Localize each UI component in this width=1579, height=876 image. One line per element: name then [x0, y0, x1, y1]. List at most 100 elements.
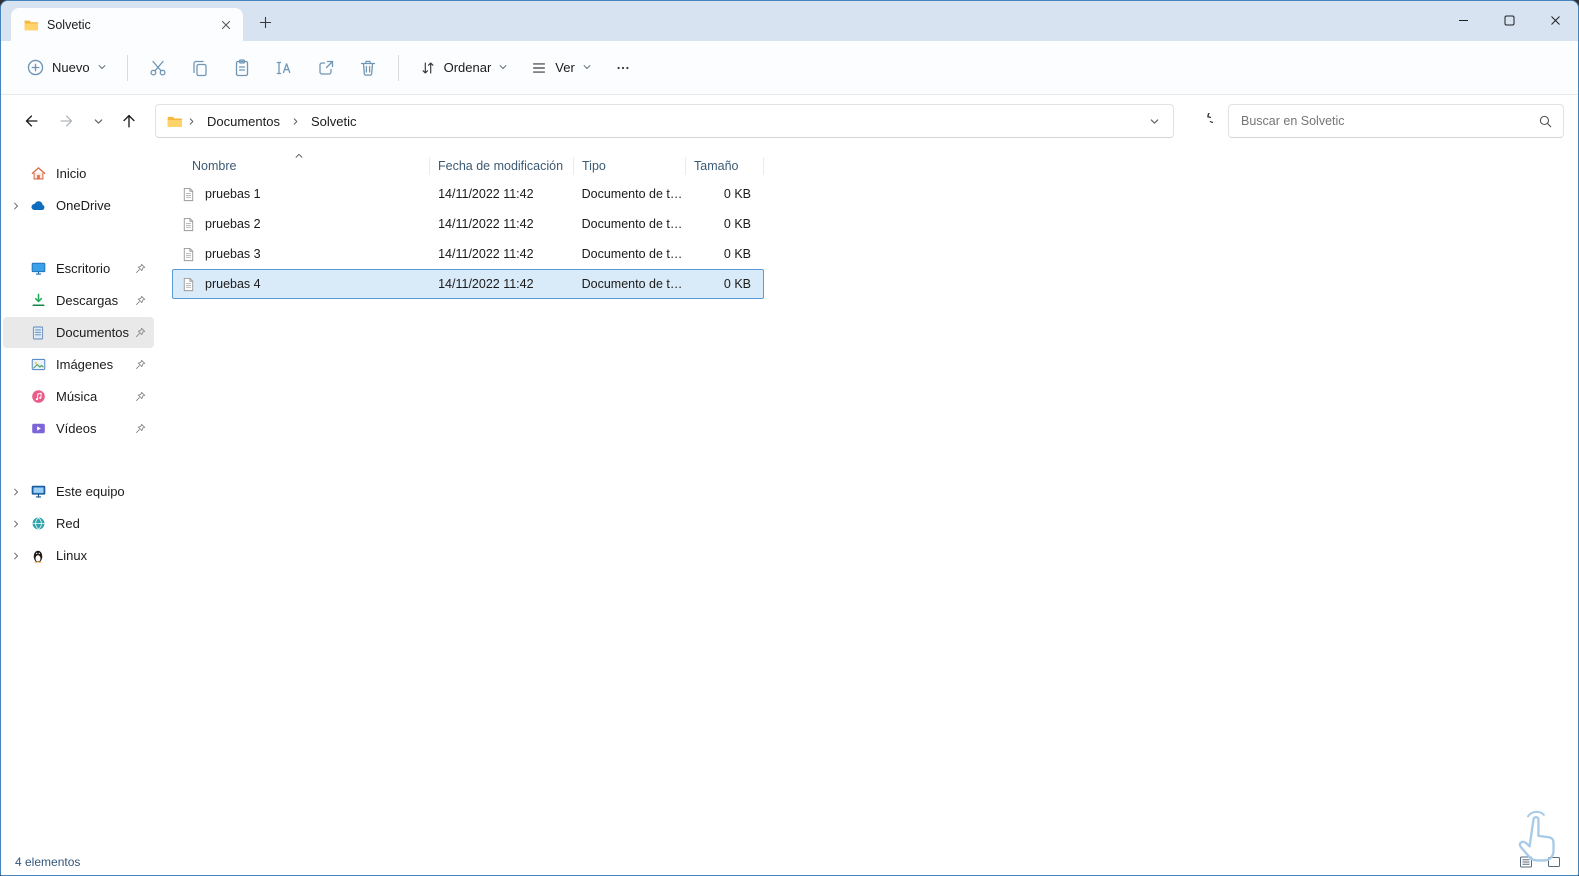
up-button[interactable]	[113, 105, 145, 137]
sidebar-item-onedrive[interactable]: OneDrive	[3, 190, 154, 221]
chevron-right-icon[interactable]	[7, 551, 24, 561]
status-view-toggles	[1514, 852, 1566, 872]
address-dropdown-chevron[interactable]	[1141, 108, 1167, 134]
sidebar-item-imagenes[interactable]: Imágenes	[3, 349, 154, 380]
column-header-tamano[interactable]: Tamaño	[686, 157, 764, 175]
file-size: 0 KB	[723, 187, 751, 201]
breadcrumb-solvetic[interactable]: Solvetic	[304, 110, 364, 133]
chevron-down-icon	[498, 60, 508, 75]
sidebar-item-label: Linux	[56, 548, 88, 563]
sort-icon	[419, 59, 437, 77]
close-button[interactable]	[1532, 1, 1578, 40]
column-header-tipo[interactable]: Tipo	[574, 157, 686, 175]
onedrive-cloud-icon	[28, 197, 48, 215]
pictures-icon	[28, 356, 48, 373]
file-type: Documento de te...	[581, 187, 686, 201]
column-header-fecha[interactable]: Fecha de modificación	[430, 157, 574, 175]
breadcrumb-chevron-icon[interactable]	[291, 117, 300, 126]
paste-button[interactable]	[221, 50, 263, 86]
pin-icon	[132, 263, 148, 274]
file-row-pruebas-4-selected[interactable]: pruebas 4 14/11/2022 11:42 Documento de …	[172, 269, 764, 299]
address-bar[interactable]: Documentos Solvetic	[155, 104, 1174, 138]
command-toolbar: Nuevo Ordenar Ver	[1, 41, 1578, 95]
sidebar-item-linux[interactable]: Linux	[3, 540, 154, 571]
explorer-body: Inicio OneDrive Escritorio Descargas Doc…	[1, 147, 1578, 849]
recent-locations-chevron[interactable]	[87, 105, 109, 137]
chevron-right-icon[interactable]	[7, 519, 24, 529]
file-row-pruebas-3[interactable]: pruebas 3 14/11/2022 11:42 Documento de …	[172, 239, 764, 269]
view-button[interactable]: Ver	[519, 50, 603, 86]
search-input[interactable]	[1239, 113, 1532, 129]
circle-plus-icon	[26, 58, 45, 77]
sort-button-label: Ordenar	[443, 60, 492, 75]
sidebar-item-red[interactable]: Red	[3, 508, 154, 539]
search-box[interactable]	[1228, 104, 1564, 138]
sidebar-item-label: Inicio	[56, 166, 87, 181]
sidebar-item-documentos[interactable]: Documentos	[3, 317, 154, 348]
file-name: pruebas 2	[205, 217, 261, 231]
file-list-pane: Nombre Fecha de modificación Tipo Tamaño…	[156, 147, 1578, 849]
downloads-icon	[28, 292, 48, 309]
file-row-pruebas-2[interactable]: pruebas 2 14/11/2022 11:42 Documento de …	[172, 209, 764, 239]
music-icon	[28, 388, 48, 405]
text-document-icon	[181, 217, 196, 232]
sidebar-item-label: Documentos	[56, 325, 129, 340]
sidebar-item-este-equipo[interactable]: Este equipo	[3, 476, 154, 507]
sidebar-item-musica[interactable]: Música	[3, 381, 154, 412]
home-icon	[28, 165, 48, 182]
sidebar-item-inicio[interactable]: Inicio	[3, 158, 154, 189]
sidebar-item-videos[interactable]: Vídeos	[3, 413, 154, 444]
back-button[interactable]	[15, 105, 47, 137]
chevron-right-icon[interactable]	[7, 487, 24, 497]
file-size: 0 KB	[723, 247, 751, 261]
forward-button[interactable]	[51, 105, 83, 137]
details-view-button[interactable]	[1514, 852, 1538, 872]
this-pc-icon	[28, 483, 48, 500]
chevron-down-icon	[582, 60, 592, 75]
sort-ascending-icon	[294, 148, 304, 166]
file-name: pruebas 1	[205, 187, 261, 201]
chevron-down-icon	[97, 60, 107, 75]
search-icon[interactable]	[1538, 114, 1553, 129]
refresh-button[interactable]	[1188, 105, 1220, 137]
new-button[interactable]: Nuevo	[15, 50, 118, 86]
view-button-label: Ver	[555, 60, 575, 75]
cut-button[interactable]	[137, 50, 179, 86]
window-controls	[1440, 1, 1578, 41]
view-icon	[530, 59, 548, 77]
pin-icon	[132, 295, 148, 306]
sidebar-item-label: Escritorio	[56, 261, 111, 276]
sort-button[interactable]: Ordenar	[408, 50, 520, 86]
file-date: 14/11/2022 11:42	[438, 187, 534, 201]
network-icon	[28, 515, 48, 532]
navigation-pane: Inicio OneDrive Escritorio Descargas Doc…	[1, 147, 156, 849]
videos-icon	[28, 420, 48, 437]
text-document-icon	[181, 247, 196, 262]
file-row-pruebas-1[interactable]: pruebas 1 14/11/2022 11:42 Documento de …	[172, 179, 764, 209]
large-icons-view-button[interactable]	[1542, 852, 1566, 872]
sidebar-item-escritorio[interactable]: Escritorio	[3, 253, 154, 284]
share-button[interactable]	[305, 50, 347, 86]
copy-button[interactable]	[179, 50, 221, 86]
maximize-button[interactable]	[1486, 1, 1532, 40]
sidebar-item-descargas[interactable]: Descargas	[3, 285, 154, 316]
pin-icon	[132, 359, 148, 370]
sidebar-item-label: Descargas	[56, 293, 119, 308]
sidebar-item-label: Red	[56, 516, 80, 531]
column-headers: Nombre Fecha de modificación Tipo Tamaño	[172, 153, 764, 179]
explorer-tab[interactable]: Solvetic	[11, 8, 243, 41]
rename-button[interactable]	[263, 50, 305, 86]
tab-close-icon[interactable]	[215, 14, 237, 36]
delete-button[interactable]	[347, 50, 389, 86]
sidebar-item-label: OneDrive	[56, 198, 111, 213]
chevron-right-icon[interactable]	[7, 201, 24, 211]
desktop-icon	[28, 260, 48, 277]
breadcrumb-documentos[interactable]: Documentos	[200, 110, 287, 133]
minimize-button[interactable]	[1440, 1, 1486, 40]
file-date: 14/11/2022 11:42	[438, 247, 534, 261]
sidebar-item-label: Imágenes	[56, 357, 114, 372]
more-options-button[interactable]	[603, 50, 643, 86]
pin-icon	[132, 423, 148, 434]
new-tab-button[interactable]	[251, 8, 279, 36]
